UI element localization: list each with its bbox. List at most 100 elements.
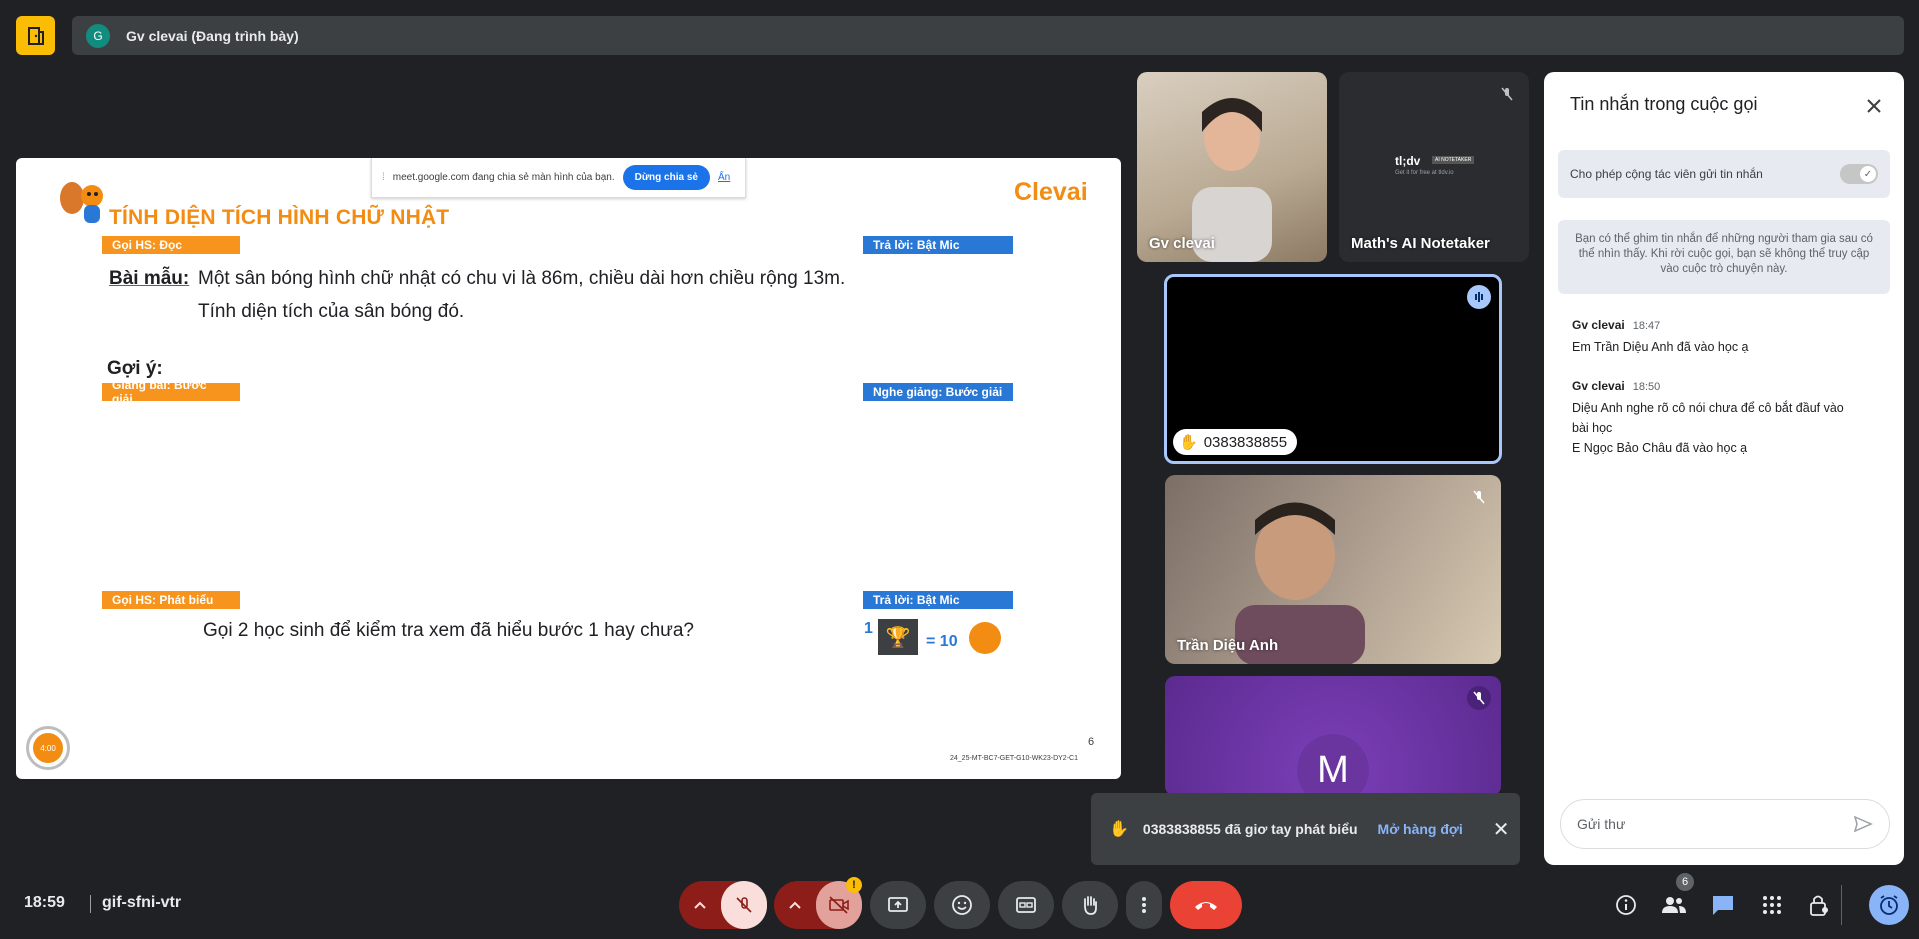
chat-title: Tin nhắn trong cuộc gọi <box>1570 94 1758 114</box>
apps-grid-icon <box>1763 896 1781 914</box>
tile-student[interactable]: Trần Diệu Anh <box>1165 475 1501 664</box>
tag-call-read: Gọi HS: Đọc <box>102 236 240 254</box>
notetaker-badge: AI NOTETAKER <box>1432 156 1475 164</box>
drag-handle-icon[interactable]: ⁞ <box>382 172 385 183</box>
sample-line-1: Một sân bóng hình chữ nhật có chu vi là … <box>198 268 846 289</box>
message-time: 18:50 <box>1632 381 1661 393</box>
reward-count: 1 <box>864 620 873 637</box>
chat-message-input[interactable]: Gửi thư <box>1560 799 1890 849</box>
tag-listen-steps: Nghe giảng: Bước giải <box>863 383 1013 401</box>
presenter-avatar: G <box>86 23 110 48</box>
mic-off-icon <box>736 897 752 913</box>
chat-message: Gv clevai 18:47 Em Trần Diệu Anh đã vào h… <box>1572 316 1749 357</box>
door-icon <box>27 26 44 45</box>
close-chat-button[interactable] <box>1860 92 1888 120</box>
tile-name-student: Trần Diệu Anh <box>1177 637 1279 654</box>
camera-warning-badge: ! <box>846 877 862 893</box>
tile-teacher[interactable]: Gv clevai <box>1137 72 1327 262</box>
toast-text: 0383838855 đã giơ tay phát biểu <box>1142 821 1358 837</box>
chat-message: Gv clevai 18:50 Diệu Anh nghe rõ cô nói c… <box>1572 377 1844 458</box>
chat-button[interactable] <box>1709 891 1737 919</box>
mic-options-button[interactable] <box>679 881 721 929</box>
raise-hand-button[interactable] <box>1062 881 1118 929</box>
message-text: Em Trần Diệu Anh đã vào học ạ <box>1572 340 1749 354</box>
mic-off-icon <box>1495 82 1519 106</box>
chat-input-placeholder: Gửi thư <box>1577 816 1626 832</box>
timer-value: 4:00 <box>33 733 63 763</box>
tag-call-speak: Gọi HS: Phát biểu <box>102 591 240 609</box>
hint-label: Gợi ý: <box>107 358 163 379</box>
emoji-icon <box>952 895 972 915</box>
mic-control <box>679 881 767 929</box>
info-icon <box>1616 895 1636 915</box>
alarm-icon <box>1880 895 1898 915</box>
meet-app: G Gv clevai (Đang trình bày) TÍNH DIỆN T… <box>0 0 1919 939</box>
door-icon-button[interactable] <box>16 16 55 55</box>
message-sender: Gv clevai <box>1572 318 1625 332</box>
allow-messages-label: Cho phép cộng tác viên gửi tin nhắn <box>1570 167 1763 181</box>
share-notice-text: meet.google.com đang chia sẻ màn hình củ… <box>392 172 615 183</box>
present-screen-button[interactable] <box>870 881 926 929</box>
tile-phone-participant[interactable]: ✋ 0383838855 <box>1164 274 1502 464</box>
activities-button[interactable] <box>1758 891 1786 919</box>
slide-code: 24_25-MT-BC7-GET-G10-WK23-DY2-C1 <box>950 755 1078 762</box>
mic-toggle-button[interactable] <box>721 881 767 929</box>
notetaker-sub: Get it for free at tldv.io <box>1395 170 1454 176</box>
hide-notice-link[interactable]: Ẩn <box>718 172 730 183</box>
reactions-button[interactable] <box>934 881 990 929</box>
trophy-icon: 🏆 <box>878 619 918 655</box>
reward-value: = 10 <box>926 633 958 650</box>
people-button[interactable] <box>1660 891 1688 919</box>
chat-info-box: Bạn có thể ghim tin nhắn để những người … <box>1558 220 1890 294</box>
tile-m-participant[interactable]: M <box>1165 676 1501 796</box>
raised-hand-chip: ✋ 0383838855 <box>1173 429 1298 455</box>
tile-name-phone: 0383838855 <box>1203 433 1288 451</box>
hand-icon <box>1084 896 1097 915</box>
meeting-details-button[interactable] <box>1612 891 1640 919</box>
close-icon[interactable]: ✕ <box>1493 817 1510 842</box>
people-icon <box>1662 897 1686 913</box>
allow-messages-row: Cho phép cộng tác viên gửi tin nhắn ✓ <box>1558 150 1890 198</box>
page-number: 6 <box>1088 736 1095 748</box>
divider <box>1841 885 1842 925</box>
message-time: 18:47 <box>1632 320 1661 332</box>
presenter-label: Gv clevai (Đang trình bày) <box>126 27 299 44</box>
chat-icon <box>1713 896 1733 915</box>
more-options-button[interactable] <box>1126 881 1162 929</box>
tile-name-teacher: Gv clevai <box>1149 235 1215 252</box>
notetaker-logo: tl;dv <box>1395 154 1421 168</box>
tile-notetaker[interactable]: tl;dv AI NOTETAKER Get it for free at tl… <box>1339 72 1529 262</box>
message-sender: Gv clevai <box>1572 379 1625 393</box>
participants-count-badge: 6 <box>1676 873 1694 891</box>
timer-extension-button[interactable] <box>1869 885 1909 925</box>
close-icon <box>1867 99 1881 113</box>
participant-avatar-m: M <box>1297 734 1369 796</box>
speaking-indicator-icon <box>1467 285 1491 309</box>
timer-widget[interactable]: 4:00 <box>26 726 70 770</box>
end-call-icon <box>1195 902 1217 910</box>
send-icon[interactable] <box>1853 814 1873 834</box>
stop-sharing-button[interactable]: Dừng chia sẻ <box>622 165 710 190</box>
acorn-icon <box>969 622 1001 654</box>
tag-answer-mic-2: Trả lời: Bật Mic <box>863 591 1013 609</box>
squirrel-mascot-icon <box>60 182 103 223</box>
message-text: Diệu Anh nghe rõ cô nói chưa để cô bắt đ… <box>1572 401 1844 415</box>
meeting-clock: 18:59 <box>24 894 65 911</box>
camera-options-button[interactable] <box>774 881 816 929</box>
captions-icon <box>1016 897 1036 913</box>
meeting-code: gif-sfni-vtr <box>102 894 182 911</box>
allow-messages-toggle[interactable]: ✓ <box>1840 164 1878 184</box>
tag-answer-mic-1: Trả lời: Bật Mic <box>863 236 1013 254</box>
captions-button[interactable] <box>998 881 1054 929</box>
message-text: E Ngọc Bảo Châu đã vào học ạ <box>1572 441 1748 455</box>
sample-line-2: Tính diện tích của sân bóng đó. <box>198 301 465 322</box>
open-queue-link[interactable]: Mở hàng đợi <box>1378 821 1463 837</box>
screen-share-notice: ⁞ meet.google.com đang chia sẻ màn hình … <box>371 158 746 198</box>
hand-icon: ✋ <box>1179 434 1198 451</box>
leave-call-button[interactable] <box>1170 881 1242 929</box>
mic-off-icon <box>1467 686 1491 710</box>
chevron-up-icon <box>789 901 801 909</box>
host-controls-button[interactable] <box>1805 891 1833 919</box>
tile-name-notetaker: Math's AI Notetaker <box>1351 235 1490 252</box>
sample-label: Bài mẫu: <box>109 268 190 289</box>
